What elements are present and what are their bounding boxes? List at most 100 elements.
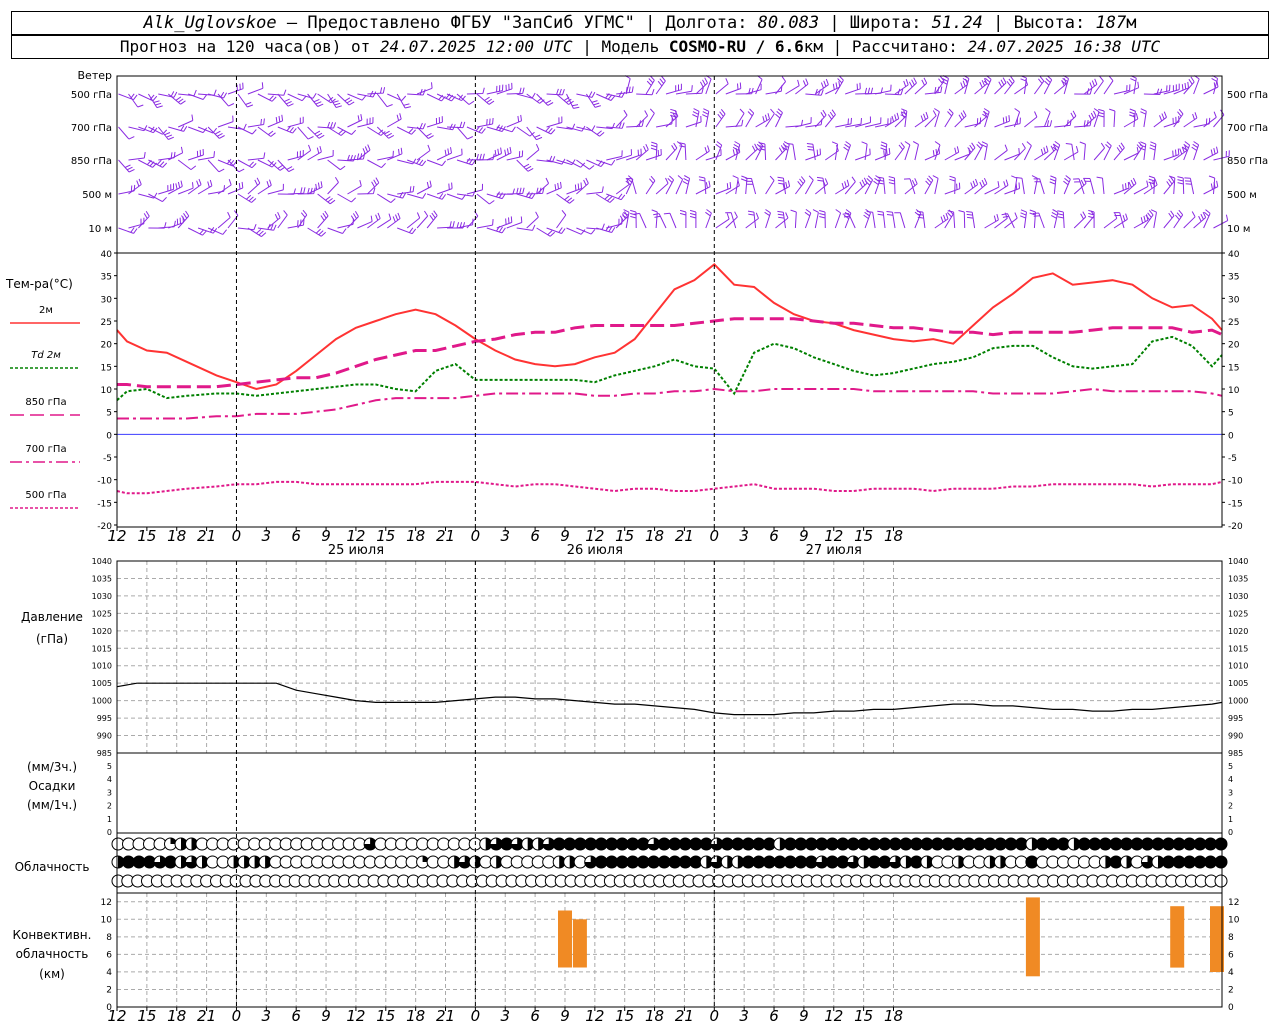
wind-barb (506, 187, 525, 195)
temp-tick-left: 35 (101, 273, 112, 283)
wind-barb (327, 177, 339, 195)
wind-barb (317, 149, 334, 161)
wind-barb (854, 177, 868, 195)
precip-tick-right: 1 (1228, 815, 1233, 824)
wind-barb (128, 125, 148, 132)
wind-barb (536, 227, 556, 237)
wind-barb (118, 227, 138, 234)
wind-barb (994, 115, 1010, 128)
wind-barb (446, 121, 466, 129)
wind-barb (1203, 180, 1219, 195)
wind-barb (596, 93, 616, 101)
wind-barb (888, 176, 896, 195)
wind-barb (367, 87, 386, 95)
precip-tick-left: 5 (107, 762, 112, 771)
temp-tick-left: 30 (101, 295, 113, 305)
panel-frame-3 (116, 752, 1223, 834)
wind-barb (1123, 81, 1140, 95)
wind-barb (994, 179, 1009, 195)
temp-legend-label: 700 гПа (25, 444, 66, 455)
wind-barb (994, 144, 1008, 161)
wind-barb (1191, 141, 1200, 161)
wind-barb (277, 125, 297, 134)
cloud-panel: Облачность (15, 837, 1228, 888)
wind-barb (496, 82, 513, 95)
temp-tick-right: 0 (1228, 431, 1234, 441)
conv-title-1: Конвективн. (13, 928, 92, 942)
cloud-symbol (1214, 874, 1228, 888)
wind-barb (247, 82, 264, 95)
wind-barb (586, 159, 606, 168)
wind-barb (1149, 141, 1157, 161)
wind-barb (974, 78, 988, 95)
temp-tick-right: 15 (1228, 363, 1239, 373)
wind-barb (506, 150, 524, 161)
pressure-tick-right: 995 (1228, 714, 1243, 723)
wind-barb (663, 212, 677, 229)
temp-tick-left: 25 (101, 318, 112, 328)
wind-barb (267, 89, 287, 96)
wind-barb (426, 116, 443, 128)
precip-tick-left: 1 (107, 815, 112, 824)
wind-barb (755, 141, 764, 161)
wind-barb (702, 108, 710, 128)
precip-unit-3h: (мм/3ч.) (27, 760, 77, 774)
wind-barb (626, 120, 644, 128)
wind-barb (1139, 141, 1147, 161)
wind-barb (675, 141, 683, 161)
temp-tick-right: 25 (1228, 318, 1239, 328)
wind-barb (347, 114, 363, 128)
wind-barb (586, 126, 605, 137)
wind-barb (237, 193, 257, 203)
wind-barb (1029, 209, 1036, 229)
conv-title-2: облачность (16, 947, 89, 961)
wind-barb (635, 110, 649, 128)
wind-barb (1213, 214, 1229, 229)
wind-barb (426, 193, 447, 200)
wind-barb (874, 148, 891, 161)
wind-barb (287, 187, 306, 195)
wind-barb (1203, 146, 1219, 161)
wind-barb (476, 117, 494, 128)
wind-barb (1143, 179, 1158, 195)
wind-barb (785, 79, 800, 95)
wind-barb (1183, 112, 1198, 128)
wind-barb (966, 211, 976, 229)
conv-bar (1025, 897, 1040, 977)
wind-barb (831, 141, 839, 161)
wind-barb (247, 118, 265, 128)
wind-barb (874, 84, 892, 95)
temp-tick-left: -5 (103, 454, 112, 464)
wind-barb (1177, 176, 1185, 195)
wind-barb (682, 175, 691, 195)
wind-barb (904, 141, 911, 161)
wind-barb (994, 77, 1007, 95)
pressure-title: Давление (21, 610, 83, 624)
wind-barb (536, 126, 556, 135)
precip-tick-left: 4 (107, 775, 112, 784)
wind-barb (1024, 111, 1038, 128)
wind-level-label-right: 500 гПа (1227, 90, 1268, 101)
wind-barb (526, 187, 545, 195)
wind-barb (257, 179, 272, 195)
day-label: 26 июля (567, 543, 623, 558)
wind-barb (655, 177, 669, 195)
conv-tick-right: 12 (1228, 898, 1239, 908)
wind-barb (516, 224, 536, 231)
wind-barb (1033, 76, 1045, 95)
wind-barb (576, 125, 596, 132)
wind-barb (546, 88, 565, 96)
wind-barb (217, 158, 237, 167)
wind-barb (695, 145, 710, 161)
wind-barb (257, 159, 277, 168)
wind-barb (337, 126, 357, 135)
wind-barb (347, 179, 362, 195)
wind-barb (790, 209, 797, 229)
wind-barb (1163, 176, 1175, 195)
precipitation-panel: (мм/3ч.) Осадки (мм/1ч.) 5 5 4 4 3 3 2 2 1 1 0 0 (27, 760, 1233, 837)
wind-level-label: 10 м (89, 224, 112, 235)
temp-tick-right: -5 (1228, 454, 1237, 464)
wind-level-label-right: 500 м (1227, 190, 1257, 201)
conv-tick-left: 6 (106, 950, 112, 960)
wind-barb (615, 109, 628, 128)
